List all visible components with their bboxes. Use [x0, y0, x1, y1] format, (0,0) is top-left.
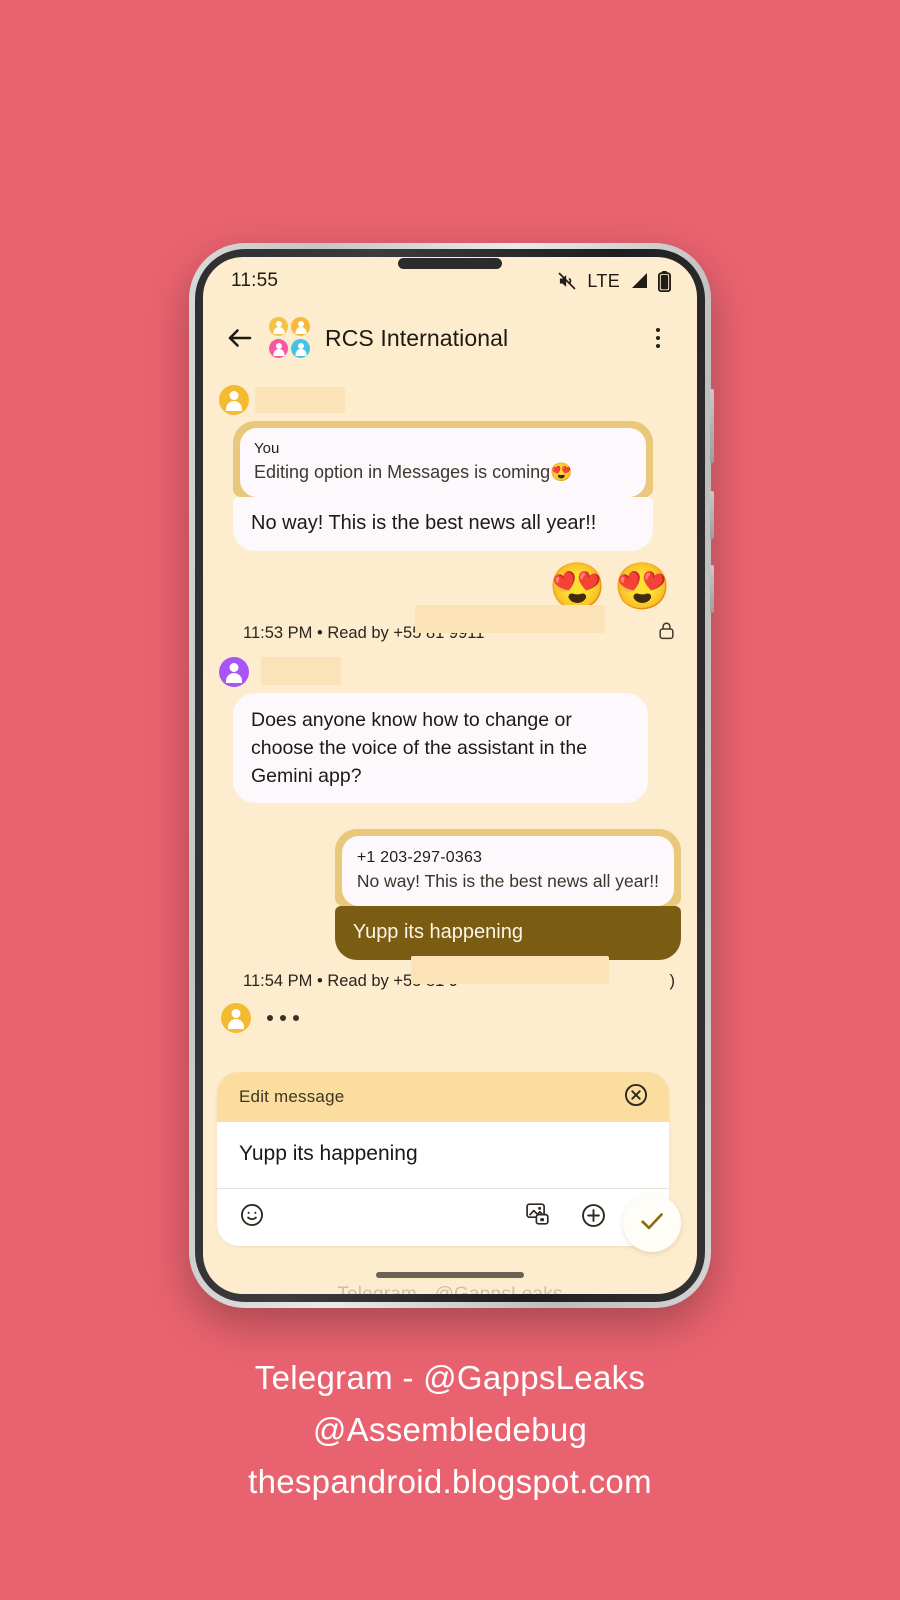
- watermark-overlay: Telegram - @GappsLeaks @Assembledebug th…: [203, 1282, 697, 1294]
- battery-icon: [658, 270, 671, 292]
- app-bar: RCS International: [203, 305, 697, 371]
- status-bar-icons: LTE: [556, 270, 671, 292]
- quote-text: No way! This is the best news all year!!: [356, 871, 659, 891]
- redaction-block: [255, 387, 345, 413]
- avatar: [221, 1003, 251, 1033]
- volume-up-button[interactable]: [710, 389, 714, 463]
- reaction-emoji[interactable]: 😍: [614, 563, 671, 609]
- reaction-row[interactable]: 😍 😍: [203, 551, 697, 609]
- avatar: [219, 385, 249, 415]
- message-sender-row: 3087: [203, 649, 697, 693]
- earpiece-speaker: [398, 258, 502, 269]
- status-bar-clock: 11:55: [231, 270, 279, 291]
- caption-line-2: @Assembledebug: [312, 1411, 588, 1448]
- send-edit-button[interactable]: [623, 1194, 681, 1252]
- phone-screen: 11:55 LTE RCS International You Editing …: [203, 257, 697, 1294]
- message-sender-row: 0363: [203, 377, 697, 421]
- close-circle-icon[interactable]: [623, 1082, 649, 1113]
- message-meta-row: 11:53 PM • Read by +55 81 9911: [203, 605, 697, 649]
- composer-right-actions: [526, 1202, 607, 1234]
- message-meta-tail: ): [669, 972, 676, 990]
- reaction-emoji[interactable]: 😍: [548, 563, 605, 609]
- caption-line-3: thespandroid.blogspot.com: [248, 1463, 652, 1500]
- message-bubble[interactable]: Yupp its happening: [334, 906, 681, 960]
- emoji-smiley-icon[interactable]: [239, 1202, 265, 1233]
- avatar-tile-3: [269, 339, 288, 358]
- outgoing-message-group: +1 203-297-0363 No way! This is the best…: [203, 823, 697, 960]
- back-arrow-icon[interactable]: [225, 323, 255, 353]
- home-gesture-bar[interactable]: [376, 1272, 524, 1278]
- conversation-thread: 0363 You Editing option in Messages is c…: [203, 371, 697, 1033]
- edit-message-input[interactable]: Yupp its happening: [217, 1122, 669, 1188]
- bottom-caption: Telegram - @GappsLeaks @Assembledebug th…: [0, 1352, 900, 1508]
- conversation-title: RCS International: [325, 324, 509, 351]
- kebab-menu-icon[interactable]: [645, 325, 671, 351]
- gallery-image-icon[interactable]: [526, 1202, 554, 1233]
- edit-message-label: Edit message: [239, 1087, 345, 1106]
- typing-indicator: [203, 995, 697, 1033]
- phone-device-frame: 11:55 LTE RCS International You Editing …: [189, 243, 714, 1308]
- redaction-block: [261, 657, 341, 685]
- avatar-tile-2: [291, 317, 310, 336]
- mute-icon: [556, 271, 578, 291]
- signal-icon: [629, 272, 649, 290]
- quoted-message-card[interactable]: You Editing option in Messages is coming…: [233, 421, 653, 497]
- edit-message-composer: Edit message Yupp its happening: [217, 1072, 669, 1246]
- avatar-tile-4: [291, 339, 310, 358]
- network-type-label: LTE: [587, 270, 620, 291]
- quote-card-inner: You Editing option in Messages is coming…: [240, 428, 646, 497]
- edit-message-header: Edit message: [217, 1072, 669, 1122]
- quote-author: You: [254, 440, 280, 457]
- volume-down-button[interactable]: [710, 491, 714, 539]
- composer-toolbar: [217, 1188, 669, 1246]
- quote-author: +1 203-297-0363: [356, 849, 483, 866]
- power-button[interactable]: [710, 565, 714, 613]
- group-avatar[interactable]: [269, 317, 311, 359]
- watermark-line-1: Telegram - @GappsLeaks: [203, 1282, 697, 1294]
- wallpaper-background: 11:55 LTE RCS International You Editing …: [0, 0, 900, 1600]
- checkmark-icon: [637, 1206, 667, 1241]
- avatar: [219, 657, 249, 687]
- avatar-tile-1: [269, 317, 288, 336]
- typing-dots-icon: [267, 1015, 299, 1021]
- message-meta-row: 11:54 PM • Read by +55 81 9 ): [203, 956, 697, 995]
- caption-line-1: Telegram - @GappsLeaks: [254, 1359, 646, 1396]
- lock-icon: [658, 621, 675, 645]
- quote-card-inner: +1 203-297-0363 No way! This is the best…: [341, 836, 674, 906]
- plus-circle-icon[interactable]: [580, 1202, 607, 1234]
- message-bubble[interactable]: Does anyone know how to change or choose…: [233, 693, 648, 803]
- redaction-block: [415, 605, 605, 633]
- redaction-block: [411, 956, 609, 984]
- quote-text: Editing option in Messages is coming😍: [254, 462, 573, 482]
- message-bubble[interactable]: No way! This is the best news all year!!: [233, 497, 653, 551]
- quoted-message-card[interactable]: +1 203-297-0363 No way! This is the best…: [334, 829, 681, 906]
